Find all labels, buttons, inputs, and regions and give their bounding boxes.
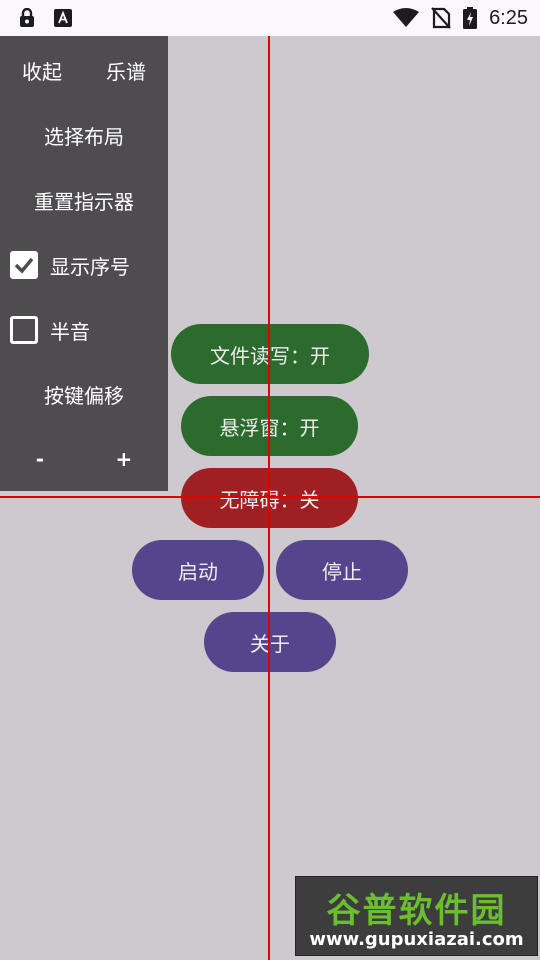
battery-charging-icon [463,7,478,29]
watermark-logo: 谷普软件园 www.gupuxiazai.com [295,876,538,956]
reset-indicator-button[interactable]: 重置指示器 [0,168,168,232]
font-a-icon [54,9,72,27]
wifi-icon [393,8,420,28]
no-sim-icon [431,7,451,29]
show-index-toggle[interactable]: 显示序号 [0,233,168,297]
check-icon [14,257,34,274]
stop-button[interactable]: 停止 [276,540,408,600]
start-button[interactable]: 启动 [132,540,264,600]
show-index-label: 显示序号 [50,254,130,279]
show-index-checkbox[interactable] [10,251,38,279]
panel-top-row: 收起 乐谱 [0,38,168,102]
indicator-vertical-line [268,36,270,960]
about-button[interactable]: 关于 [204,612,336,672]
watermark-title: 谷普软件园 [326,891,507,931]
key-offset-label: 按键偏移 [44,383,124,408]
status-bar-left [18,8,72,28]
decrease-offset-button[interactable]: - [36,447,44,471]
indicator-horizontal-line [0,496,540,498]
status-bar-right: 6:25 [393,7,528,30]
clock: 6:25 [489,6,528,29]
semitone-toggle[interactable]: 半音 [0,298,168,362]
status-bar: 6:25 [0,0,540,36]
key-offset-controls: - + [0,427,168,491]
semitone-checkbox[interactable] [10,316,38,344]
semitone-label: 半音 [50,319,90,344]
file-rw-toggle-button[interactable]: 文件读写：开 [171,324,369,384]
select-layout-button[interactable]: 选择布局 [0,103,168,167]
collapse-button[interactable]: 收起 [22,56,62,85]
score-button[interactable]: 乐谱 [106,56,146,85]
side-panel: 收起 乐谱 选择布局 重置指示器 显示序号 半音 按键偏移 - + [0,36,168,491]
increase-offset-button[interactable]: + [115,447,132,471]
watermark-url: www.gupuxiazai.com [309,929,524,950]
lock-icon [18,8,36,28]
